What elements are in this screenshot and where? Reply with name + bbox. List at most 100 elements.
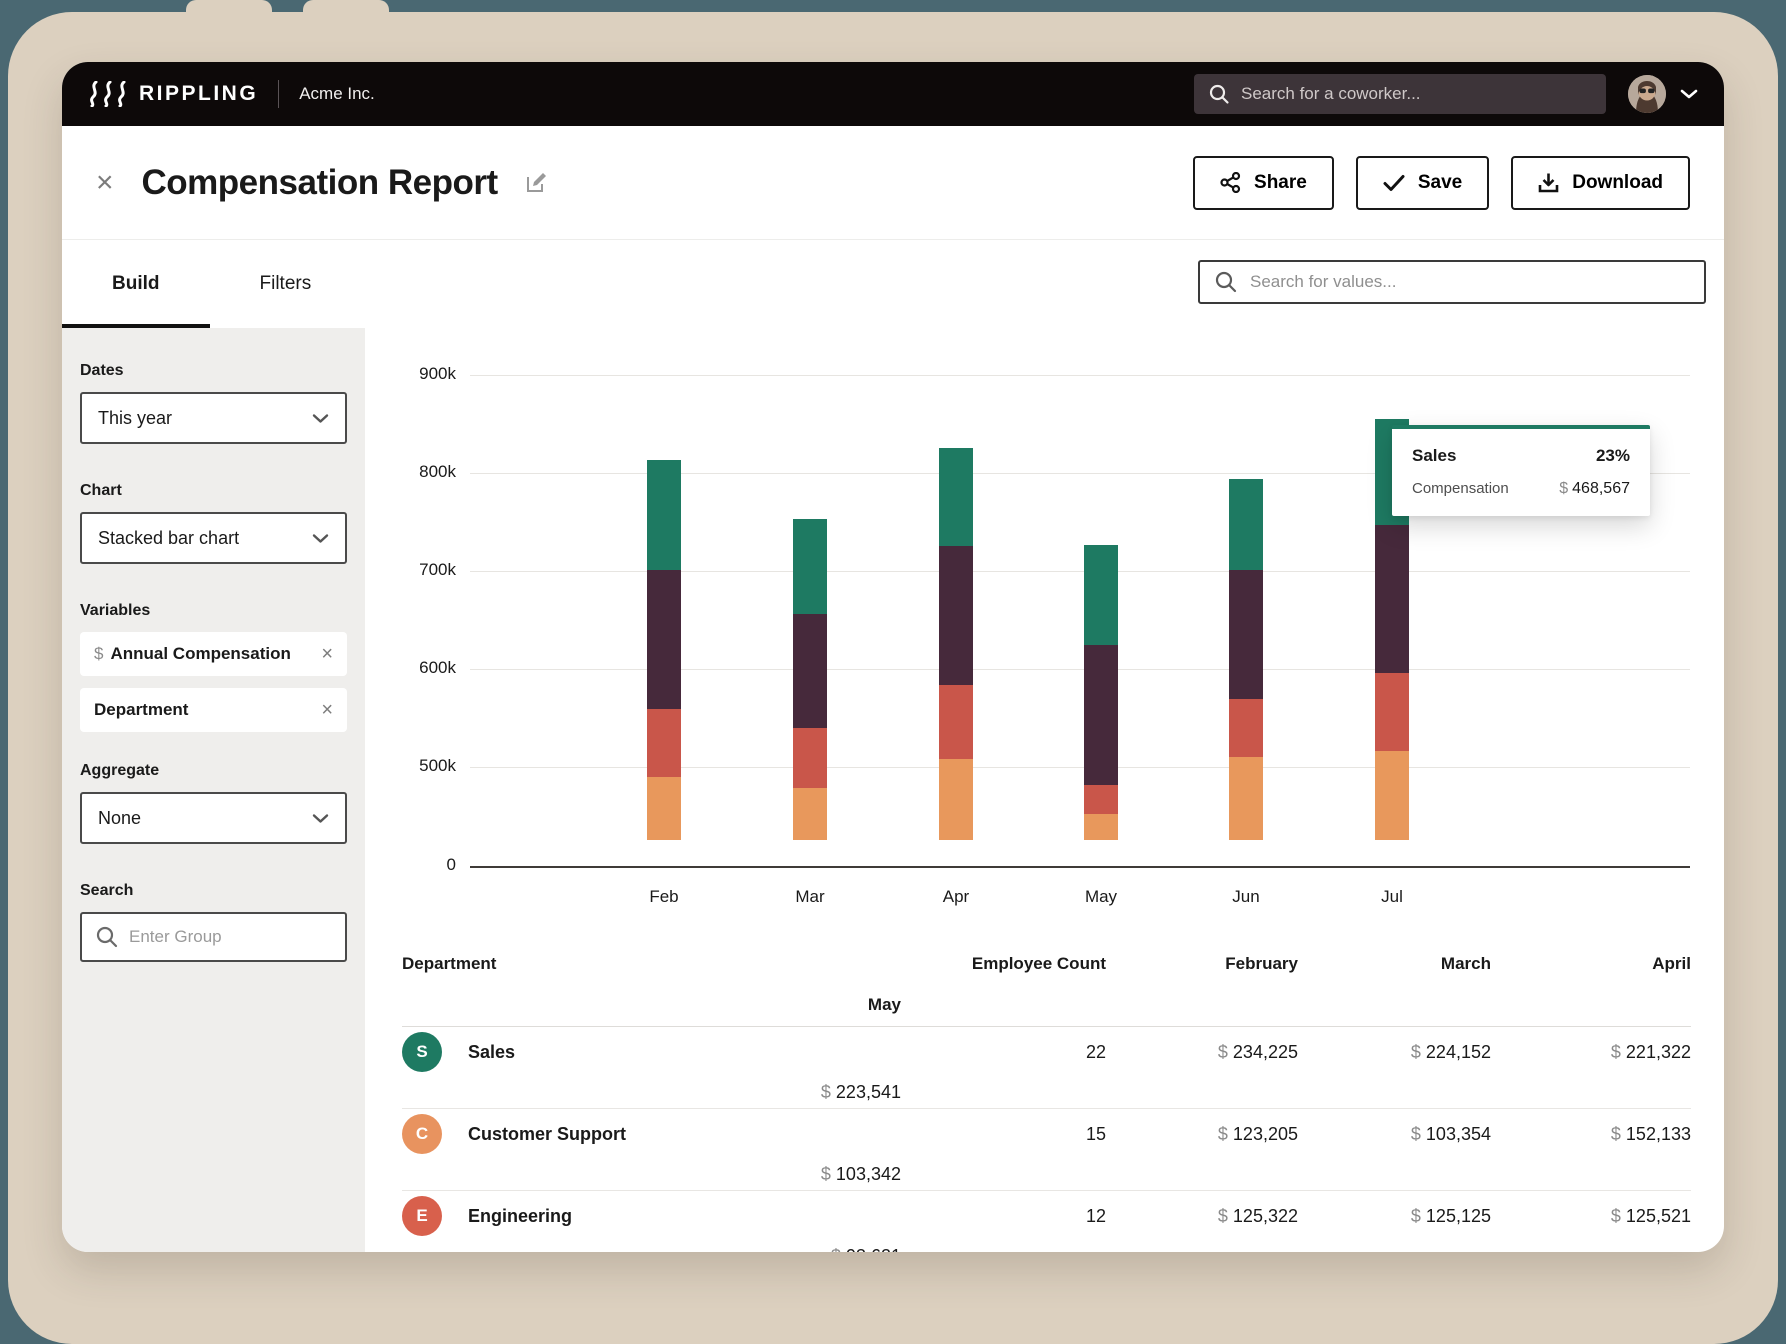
dates-select[interactable]: This year [80, 392, 347, 444]
bar-segment-series-orange[interactable] [939, 759, 973, 840]
group-search-input[interactable] [129, 927, 332, 947]
bar-segment-series-plum[interactable] [1375, 525, 1409, 673]
bar-segment-series-orange[interactable] [647, 777, 681, 840]
compensation-cell: $103,354 [1298, 1124, 1491, 1145]
gridline [470, 375, 1690, 376]
tooltip-series-name: Sales [1412, 446, 1456, 466]
variable-chip-annual-compensation[interactable]: $ Annual Compensation × [80, 632, 347, 676]
compensation-cell: $125,322 [1106, 1206, 1298, 1227]
tab-build[interactable]: Build [62, 242, 210, 326]
table-row-customer-support[interactable]: CCustomer Support15$123,205$103,354$152,… [402, 1109, 1691, 1191]
account-chevron-down-icon[interactable] [1680, 88, 1698, 100]
x-axis-line [470, 866, 1690, 868]
remove-icon[interactable]: × [321, 699, 333, 722]
bar-segment-series-plum[interactable] [1084, 645, 1118, 785]
bar-segment-series-coral[interactable] [1375, 673, 1409, 751]
compensation-cell: $125,521 [1491, 1206, 1691, 1227]
save-button[interactable]: Save [1356, 156, 1489, 210]
tooltip-percent: 23% [1596, 446, 1630, 466]
dates-select-value: This year [98, 408, 172, 429]
x-axis-tick-label: May [1061, 887, 1141, 907]
remove-icon[interactable]: × [321, 643, 333, 666]
bar-segment-series-plum[interactable] [793, 614, 827, 728]
stacked-bar-may[interactable] [1084, 545, 1118, 840]
x-axis-tick-label: Jun [1206, 887, 1286, 907]
share-button-label: Share [1254, 172, 1307, 194]
edit-icon[interactable] [524, 171, 548, 195]
bar-segment-series-orange[interactable] [1375, 751, 1409, 840]
amount-value: 93,621 [846, 1246, 901, 1252]
rippling-logo-icon [88, 81, 127, 107]
chevron-down-icon [312, 533, 329, 544]
bar-segment-series-coral[interactable] [1084, 785, 1118, 814]
stacked-bar-chart: Sales 23% Compensation $468,567 900k800k… [365, 328, 1724, 943]
chart-type-select[interactable]: Stacked bar chart [80, 512, 347, 564]
values-search-input[interactable] [1250, 272, 1690, 292]
stacked-bar-jun[interactable] [1229, 479, 1263, 840]
bar-segment-series-coral[interactable] [647, 709, 681, 777]
compensation-cell: $223,541 [402, 1082, 901, 1103]
aggregate-label: Aggregate [80, 762, 347, 780]
coworker-search-input[interactable] [1241, 84, 1592, 104]
y-axis-tick-label: 600k [368, 658, 456, 678]
download-button[interactable]: Download [1511, 156, 1690, 210]
col-february: February [1106, 954, 1298, 974]
bar-segment-sales[interactable] [647, 460, 681, 570]
compensation-cell: $224,152 [1298, 1042, 1491, 1063]
x-axis-tick-label: Apr [916, 887, 996, 907]
tab-filters[interactable]: Filters [210, 242, 362, 326]
y-axis-tick-label: 700k [368, 560, 456, 580]
amount-value: 103,342 [836, 1164, 901, 1184]
variables-label: Variables [80, 602, 347, 620]
aggregate-select-value: None [98, 808, 141, 829]
aggregate-select[interactable]: None [80, 792, 347, 844]
dollar-icon: $ [831, 1246, 841, 1252]
bar-segment-series-coral[interactable] [1229, 699, 1263, 757]
group-search[interactable] [80, 912, 347, 962]
table-header-row: Department Employee Count February March… [402, 943, 1691, 1027]
variable-chip-department[interactable]: Department × [80, 688, 347, 732]
bar-segment-series-orange[interactable] [1084, 814, 1118, 840]
bar-segment-sales[interactable] [1084, 545, 1118, 645]
dollar-icon: $ [94, 644, 103, 664]
compensation-cell: $221,322 [1491, 1042, 1691, 1063]
compensation-cell: $152,133 [1491, 1124, 1691, 1145]
company-name: Acme Inc. [299, 84, 375, 104]
variables-chips: $ Annual Compensation × Department × [80, 632, 347, 732]
bar-segment-series-coral[interactable] [939, 685, 973, 759]
coworker-search[interactable] [1194, 74, 1606, 114]
bar-segment-series-orange[interactable] [1229, 757, 1263, 840]
bar-segment-series-plum[interactable] [647, 570, 681, 709]
table-row-sales[interactable]: SSales22$234,225$224,152$221,322$223,541 [402, 1027, 1691, 1109]
col-april: April [1491, 954, 1691, 974]
stacked-bar-mar[interactable] [793, 519, 827, 840]
dollar-icon: $ [821, 1164, 831, 1184]
y-axis-tick-label: 800k [368, 462, 456, 482]
brand-name: RIPPLING [139, 82, 258, 106]
col-employee-count: Employee Count [901, 954, 1106, 974]
amount-value: 103,354 [1426, 1124, 1491, 1144]
search-icon [95, 925, 119, 949]
stacked-bar-apr[interactable] [939, 448, 973, 840]
bar-segment-sales[interactable] [939, 448, 973, 546]
dollar-icon: $ [1218, 1124, 1228, 1144]
bar-segment-sales[interactable] [793, 519, 827, 614]
page-background: RIPPLING Acme Inc. × Compensation Report [0, 0, 1786, 1304]
close-icon[interactable]: × [96, 168, 114, 198]
bar-segment-series-plum[interactable] [1229, 570, 1263, 699]
bar-segment-series-coral[interactable] [793, 728, 827, 788]
bar-segment-series-plum[interactable] [939, 546, 973, 685]
table-row-engineering[interactable]: EEngineering12$125,322$125,125$125,521$9… [402, 1191, 1691, 1252]
bar-segment-sales[interactable] [1229, 479, 1263, 570]
stacked-bar-feb[interactable] [647, 460, 681, 840]
user-avatar[interactable] [1628, 75, 1666, 113]
bar-segment-series-orange[interactable] [793, 788, 827, 840]
tabs-bar: Build Filters [62, 240, 1724, 328]
dollar-icon: $ [821, 1082, 831, 1102]
y-axis-tick-label: 500k [368, 756, 456, 776]
values-search[interactable] [1198, 260, 1706, 304]
tooltip-amount-value: 468,567 [1572, 480, 1630, 497]
share-button[interactable]: Share [1193, 156, 1334, 210]
tooltip-amount: $468,567 [1559, 480, 1630, 498]
amount-value: 125,125 [1426, 1206, 1491, 1226]
